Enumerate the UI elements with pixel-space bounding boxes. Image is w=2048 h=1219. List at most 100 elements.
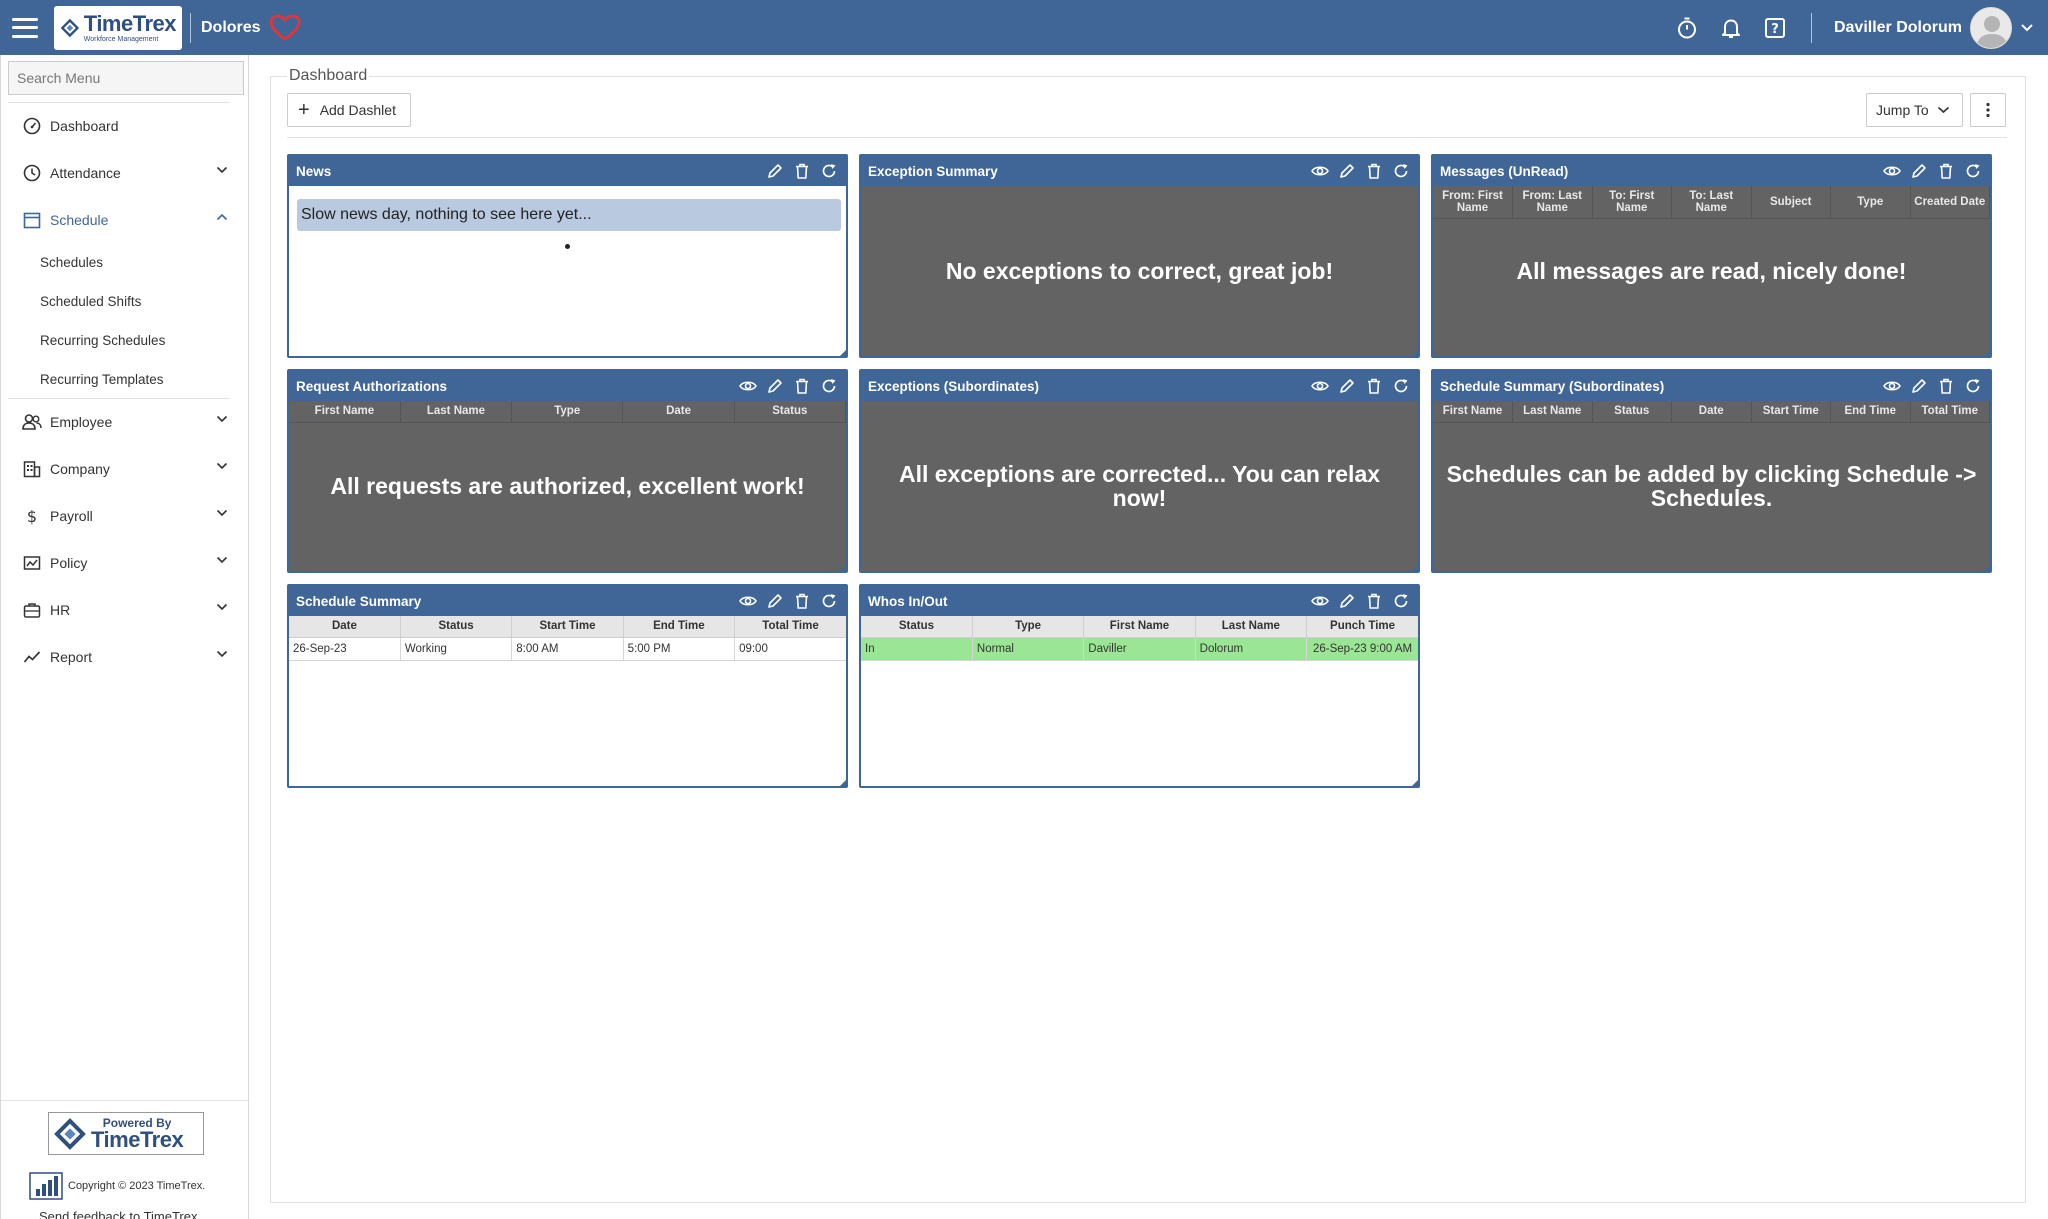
powered-brand: TimeTrex: [91, 1126, 184, 1152]
delete-trash-icon[interactable]: [1360, 590, 1387, 612]
delete-trash-icon[interactable]: [1360, 160, 1387, 182]
news-item[interactable]: Slow news day, nothing to see here yet..…: [297, 199, 841, 231]
user-menu-chevron-down-icon[interactable]: [2020, 23, 2034, 33]
sidebar-item-label: Attendance: [50, 165, 121, 181]
heart-icon[interactable]: [269, 13, 301, 42]
refresh-icon[interactable]: [815, 375, 842, 397]
dashlet-title: News: [296, 163, 332, 179]
notification-bell-icon[interactable]: [1709, 6, 1753, 50]
sidebar-item-label: Employee: [50, 414, 113, 430]
view-eye-icon[interactable]: [1306, 375, 1333, 397]
table-row[interactable]: In Normal Daviller Dolorum 26-Sep-23 9:0…: [861, 637, 1418, 661]
resize-handle[interactable]: [840, 565, 846, 571]
refresh-icon[interactable]: [1959, 375, 1986, 397]
jump-to-dropdown[interactable]: Jump To: [1866, 93, 1963, 127]
help-question-icon[interactable]: ?: [1753, 6, 1797, 50]
delete-trash-icon[interactable]: [1932, 160, 1959, 182]
column-header[interactable]: First Name: [1083, 616, 1196, 638]
chevron-down-icon: [216, 556, 228, 564]
delete-trash-icon[interactable]: [1932, 375, 1959, 397]
resize-handle[interactable]: [1412, 565, 1418, 571]
resize-handle[interactable]: [1412, 350, 1418, 356]
resize-handle[interactable]: [840, 350, 846, 356]
refresh-icon[interactable]: [1387, 590, 1414, 612]
delete-trash-icon[interactable]: [1360, 375, 1387, 397]
dashlet-schedule-summary-subordinates: Schedule Summary (Subordinates) First Na…: [1431, 369, 1992, 573]
edit-pencil-icon[interactable]: [1333, 375, 1360, 397]
powered-by-timetrex-logo[interactable]: Powered By TimeTrex: [48, 1112, 204, 1155]
svg-text:?: ?: [1771, 22, 1779, 37]
whos-in-out-grid: Status Type First Name Last Name Punch T…: [861, 616, 1418, 661]
timetrex-logo[interactable]: TimeTrex Workforce Management: [54, 5, 182, 50]
resize-handle[interactable]: [1984, 565, 1990, 571]
edit-pencil-icon[interactable]: [1333, 590, 1360, 612]
view-eye-icon[interactable]: [1878, 375, 1905, 397]
column-header[interactable]: Total Time: [734, 616, 846, 638]
refresh-icon[interactable]: [815, 160, 842, 182]
column-header[interactable]: Status: [861, 616, 973, 638]
refresh-icon[interactable]: [1387, 160, 1414, 182]
sidebar-subitem-scheduled-shifts[interactable]: Scheduled Shifts: [40, 294, 141, 309]
sidebar-item-dashboard[interactable]: Dashboard: [1, 104, 250, 148]
table-cell: 8:00 AM: [511, 637, 624, 661]
sidebar-item-attendance[interactable]: Attendance: [1, 151, 250, 195]
edit-pencil-icon[interactable]: [1905, 160, 1932, 182]
sidebar-subitem-recurring-templates[interactable]: Recurring Templates: [40, 372, 164, 387]
table-row[interactable]: 26-Sep-23 Working 8:00 AM 5:00 PM 09:00: [289, 637, 846, 661]
view-eye-icon[interactable]: [1306, 590, 1333, 612]
edit-pencil-icon[interactable]: [761, 375, 788, 397]
resize-handle[interactable]: [1412, 780, 1418, 786]
refresh-icon[interactable]: [1387, 375, 1414, 397]
column-header[interactable]: Status: [400, 616, 513, 638]
table-cell: Normal: [972, 637, 1085, 661]
delete-trash-icon[interactable]: [788, 590, 815, 612]
table-cell: Daviller: [1083, 637, 1196, 661]
user-name[interactable]: Daviller Dolorum: [1834, 19, 1962, 37]
sidebar-item-policy[interactable]: Policy: [1, 541, 250, 585]
user-avatar[interactable]: [1970, 6, 2012, 49]
chevron-down-icon: [216, 166, 228, 174]
empty-message: Schedules can be added by clicking Sched…: [1446, 460, 1977, 511]
sidebar-subitem-schedules[interactable]: Schedules: [40, 255, 103, 270]
sidebar-item-payroll[interactable]: $ Payroll: [1, 494, 250, 538]
empty-message: All exceptions are corrected... You can …: [898, 460, 1381, 511]
column-header[interactable]: Last Name: [1195, 616, 1308, 638]
edit-pencil-icon[interactable]: [1905, 375, 1932, 397]
resize-handle[interactable]: [840, 780, 846, 786]
resize-handle[interactable]: [1984, 350, 1990, 356]
sidebar-item-company[interactable]: Company: [1, 447, 250, 491]
company-name[interactable]: Dolores: [201, 19, 261, 37]
delete-trash-icon[interactable]: [788, 375, 815, 397]
hamburger-menu-icon[interactable]: [12, 17, 38, 38]
timer-stopwatch-icon[interactable]: [1665, 6, 1709, 50]
refresh-icon[interactable]: [1959, 160, 1986, 182]
view-eye-icon[interactable]: [1878, 160, 1905, 182]
dashlet-title: Exceptions (Subordinates): [868, 378, 1040, 394]
column-header[interactable]: Type: [972, 616, 1085, 638]
sidebar-item-schedule[interactable]: Schedule: [1, 198, 250, 242]
dashlet-request-authorizations: Request Authorizations First Name Last N…: [287, 369, 848, 573]
edit-pencil-icon[interactable]: [1333, 160, 1360, 182]
sidebar-item-hr[interactable]: HR: [1, 588, 250, 632]
view-eye-icon[interactable]: [734, 375, 761, 397]
more-options-kebab-icon[interactable]: [1970, 93, 2006, 127]
refresh-icon[interactable]: [815, 590, 842, 612]
calendar-icon: [21, 209, 43, 231]
sidebar-item-employee[interactable]: Employee: [1, 400, 250, 444]
edit-pencil-icon[interactable]: [761, 160, 788, 182]
send-feedback-link[interactable]: Send feedback to TimeTrex: [39, 1209, 198, 1219]
delete-trash-icon[interactable]: [788, 160, 815, 182]
column-header[interactable]: Punch Time: [1306, 616, 1418, 638]
add-dashlet-button[interactable]: + Add Dashlet: [287, 93, 411, 127]
column-header[interactable]: End Time: [623, 616, 736, 638]
column-header[interactable]: Date: [289, 616, 401, 638]
sidebar-subitem-recurring-schedules[interactable]: Recurring Schedules: [40, 333, 165, 348]
dashlet-title: Request Authorizations: [296, 378, 448, 394]
sidebar-item-report[interactable]: Report: [1, 635, 250, 679]
dashlet-exception-summary: Exception Summary No exceptions to corre…: [859, 154, 1420, 358]
search-menu-input[interactable]: [8, 61, 244, 95]
edit-pencil-icon[interactable]: [761, 590, 788, 612]
view-eye-icon[interactable]: [734, 590, 761, 612]
column-header[interactable]: Start Time: [511, 616, 624, 638]
view-eye-icon[interactable]: [1306, 160, 1333, 182]
